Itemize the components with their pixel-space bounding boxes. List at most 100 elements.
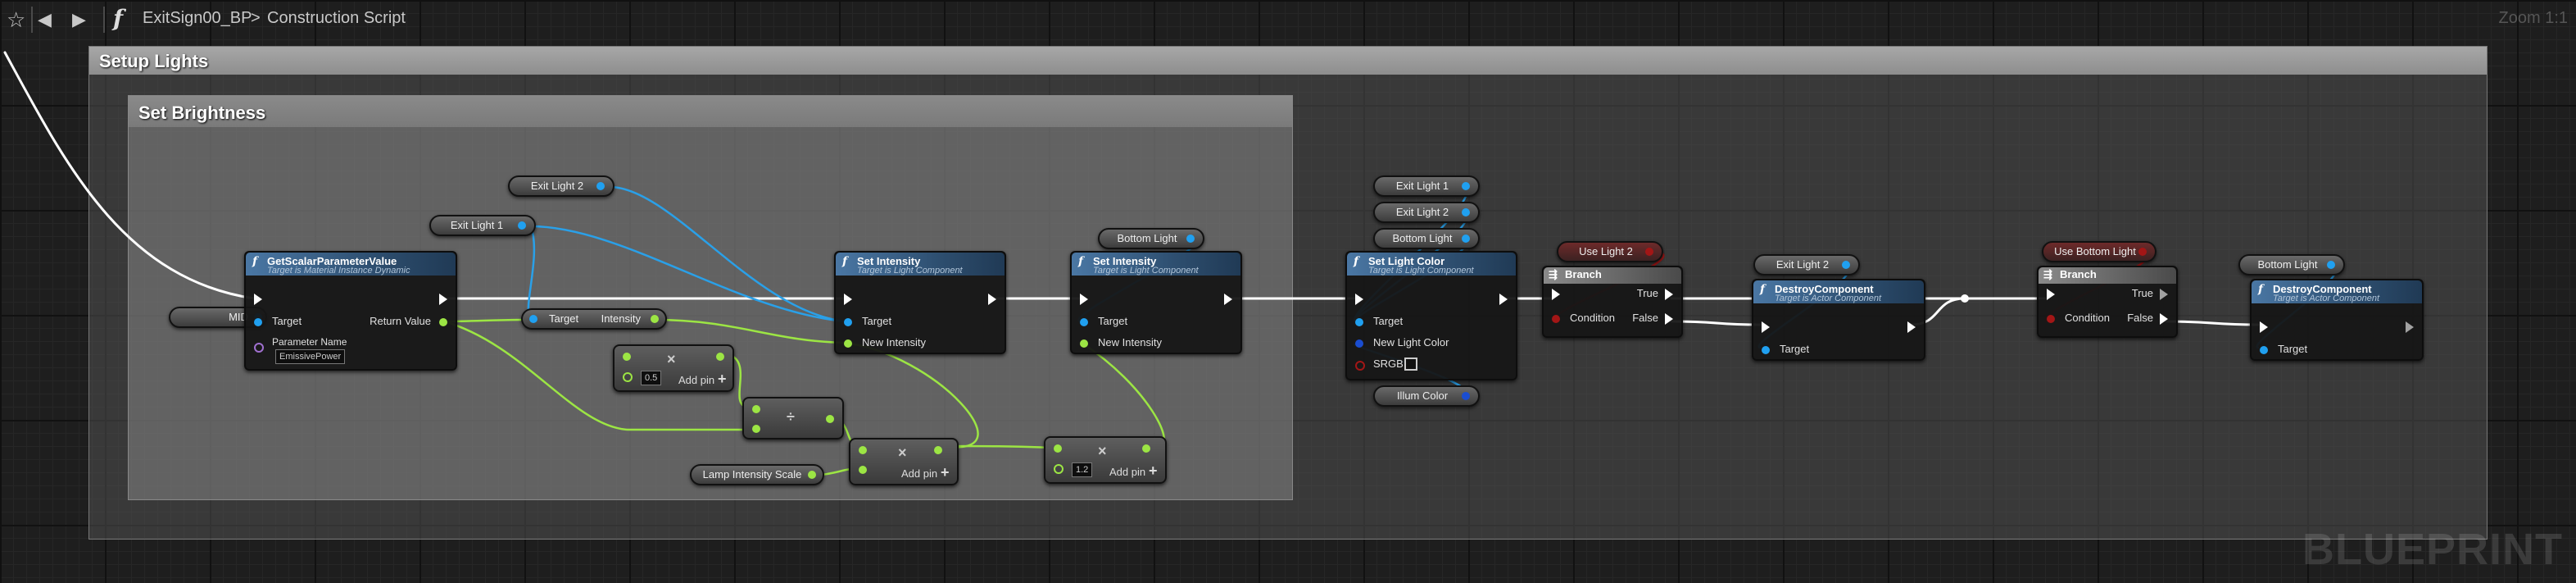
back-arrow-icon[interactable]: ◀: [38, 5, 52, 34]
float-pin[interactable]: [623, 353, 631, 361]
var-exit-light-2[interactable]: Exit Light 2: [1753, 254, 1860, 276]
exec-out-pin[interactable]: [1907, 321, 1916, 333]
value-input[interactable]: 1.2: [1072, 462, 1093, 477]
node-header[interactable]: ⇶ Branch: [1544, 267, 1681, 284]
add-pin-icon[interactable]: +: [941, 464, 950, 481]
node-header[interactable]: f GetScalarParameterValue Target is Mate…: [246, 253, 456, 276]
exec-in-pin[interactable]: [2260, 321, 2268, 333]
var-illum-color[interactable]: Illum Color: [1373, 385, 1480, 407]
var-bottom-light[interactable]: Bottom Light: [1098, 228, 1204, 249]
node-divide[interactable]: ÷: [742, 397, 844, 440]
var-exit-light-1[interactable]: Exit Light 1: [429, 215, 536, 236]
exec-false-pin[interactable]: [2160, 313, 2168, 325]
new-light-color-pin[interactable]: [1355, 339, 1363, 348]
target-pin[interactable]: [2260, 346, 2268, 354]
target-pin[interactable]: [844, 318, 852, 326]
object-pin[interactable]: [1462, 235, 1470, 243]
target-pin[interactable]: [254, 318, 262, 326]
node-get-scalar-parameter-value[interactable]: f GetScalarParameterValue Target is Mate…: [244, 251, 457, 371]
condition-pin[interactable]: [1552, 315, 1560, 323]
exec-out-pin[interactable]: [988, 294, 996, 305]
object-pin[interactable]: [1462, 208, 1470, 216]
float-pin[interactable]: [1054, 444, 1062, 453]
var-bottom-light[interactable]: Bottom Light: [1373, 228, 1480, 249]
float-pin[interactable]: [623, 372, 633, 382]
node-multiply[interactable]: × 0.5 Add pin +: [613, 344, 734, 392]
float-pin[interactable]: [651, 315, 659, 323]
var-use-light-2[interactable]: Use Light 2: [1557, 241, 1663, 262]
object-pin[interactable]: [596, 182, 605, 190]
float-pin[interactable]: [826, 415, 834, 423]
var-bottom-light[interactable]: Bottom Light: [2238, 254, 2345, 276]
exec-false-pin[interactable]: [1665, 313, 1673, 325]
add-pin-label[interactable]: Add pin: [901, 467, 937, 480]
node-header[interactable]: f Set Intensity Target is Light Componen…: [836, 253, 1005, 276]
float-pin[interactable]: [752, 405, 760, 413]
target-pin[interactable]: [529, 315, 537, 323]
breadcrumb-graph[interactable]: Construction Script: [267, 9, 406, 28]
node-header[interactable]: f Set Light Color Target is Light Compon…: [1347, 253, 1516, 276]
var-exit-light-1[interactable]: Exit Light 1: [1373, 175, 1480, 197]
node-destroy-component[interactable]: f DestroyComponent Target is Actor Compo…: [2250, 279, 2424, 361]
target-pin[interactable]: [1080, 318, 1088, 326]
add-pin-label[interactable]: Add pin: [1109, 466, 1145, 478]
new-intensity-pin[interactable]: [844, 339, 852, 348]
exec-out-pin[interactable]: [1499, 294, 1508, 305]
breadcrumb-blueprint[interactable]: ExitSign00_BP: [143, 9, 252, 28]
node-header[interactable]: f DestroyComponent Target is Actor Compo…: [1753, 280, 1924, 303]
object-pin[interactable]: [1842, 261, 1850, 269]
bool-pin[interactable]: [2138, 248, 2147, 256]
node-set-light-color[interactable]: f Set Light Color Target is Light Compon…: [1345, 251, 1517, 380]
node-branch[interactable]: ⇶ Branch True Condition False: [1542, 266, 1683, 338]
object-pin[interactable]: [1462, 182, 1470, 190]
var-exit-light-2[interactable]: Exit Light 2: [508, 175, 615, 197]
exec-in-pin[interactable]: [844, 294, 852, 305]
srgb-pin[interactable]: [1355, 361, 1365, 371]
var-exit-light-2[interactable]: Exit Light 2: [1373, 202, 1480, 223]
value-input[interactable]: 0.5: [641, 371, 662, 385]
exec-true-pin[interactable]: [2160, 289, 2168, 300]
exec-true-pin[interactable]: [1665, 289, 1673, 300]
color-pin[interactable]: [1462, 392, 1470, 400]
node-header[interactable]: ⇶ Branch: [2039, 267, 2176, 284]
node-multiply[interactable]: × Add pin +: [849, 438, 959, 485]
object-pin[interactable]: [2327, 261, 2335, 269]
float-pin[interactable]: [808, 471, 816, 479]
exec-in-pin[interactable]: [1762, 321, 1770, 333]
exec-in-pin[interactable]: [1552, 289, 1560, 300]
exec-out-pin[interactable]: [2406, 321, 2414, 333]
exec-in-pin[interactable]: [1355, 294, 1363, 305]
add-pin-label[interactable]: Add pin: [678, 374, 714, 386]
add-pin-icon[interactable]: +: [718, 371, 727, 388]
float-pin[interactable]: [1142, 444, 1150, 453]
target-pin[interactable]: [1355, 318, 1363, 326]
object-pin[interactable]: [518, 221, 526, 230]
node-branch[interactable]: ⇶ Branch True Condition False: [2037, 266, 2178, 338]
exec-in-pin[interactable]: [1080, 294, 1088, 305]
bool-pin[interactable]: [1645, 248, 1653, 256]
float-pin[interactable]: [752, 425, 760, 433]
parameter-name-pin[interactable]: [254, 343, 264, 353]
condition-pin[interactable]: [2047, 315, 2055, 323]
float-pin[interactable]: [859, 446, 867, 454]
node-set-intensity[interactable]: f Set Intensity Target is Light Componen…: [834, 251, 1006, 354]
return-value-pin[interactable]: [439, 318, 447, 326]
favorite-star-icon[interactable]: ☆: [7, 5, 25, 34]
float-pin[interactable]: [1054, 464, 1064, 474]
target-pin[interactable]: [1762, 346, 1770, 354]
node-get-intensity[interactable]: Target Intensity: [521, 308, 667, 330]
float-pin[interactable]: [934, 446, 942, 454]
node-header[interactable]: f Set Intensity Target is Light Componen…: [1072, 253, 1240, 276]
float-pin[interactable]: [716, 353, 724, 361]
float-pin[interactable]: [859, 466, 867, 474]
var-use-bottom-light[interactable]: Use Bottom Light: [2042, 241, 2156, 262]
exec-in-pin[interactable]: [2047, 289, 2055, 300]
add-pin-icon[interactable]: +: [1149, 462, 1158, 480]
new-intensity-pin[interactable]: [1080, 339, 1088, 348]
forward-arrow-icon[interactable]: ▶: [72, 5, 86, 34]
exec-out-pin[interactable]: [439, 294, 447, 305]
exec-out-pin[interactable]: [1224, 294, 1232, 305]
object-pin[interactable]: [1186, 235, 1195, 243]
node-set-intensity[interactable]: f Set Intensity Target is Light Componen…: [1070, 251, 1242, 354]
node-header[interactable]: f DestroyComponent Target is Actor Compo…: [2252, 280, 2422, 303]
